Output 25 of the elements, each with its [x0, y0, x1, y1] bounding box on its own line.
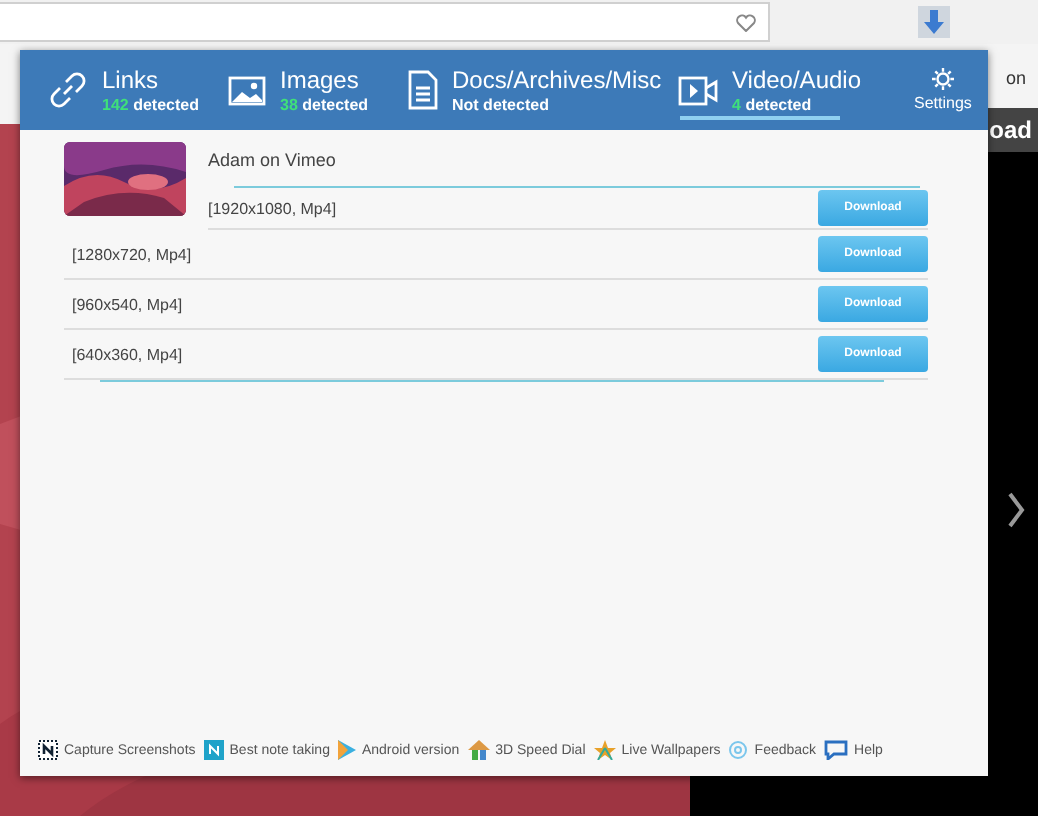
toolbar-text: on	[1005, 68, 1026, 88]
address-bar[interactable]	[0, 2, 770, 42]
category-tab[interactable]: Images 38 detected	[228, 50, 408, 130]
image-icon	[228, 75, 266, 105]
category-tab[interactable]: Video/Audio 4 detected	[678, 50, 898, 130]
detected-count: 142 detected	[102, 95, 199, 113]
tab-label: Docs/Archives/Misc	[452, 67, 662, 93]
link-icon	[48, 70, 88, 110]
category-tab[interactable]: Links 142 detected	[48, 50, 228, 130]
settings-button[interactable]: Settings	[914, 68, 972, 112]
tab-label: Links	[102, 67, 161, 93]
settings-icon	[931, 68, 954, 90]
tab-label: Video/Audio	[732, 67, 861, 93]
detected-count: Not detected	[452, 95, 551, 113]
tab-label: Images	[280, 67, 361, 93]
detected-count: 4 detected	[732, 95, 814, 113]
video-camera-icon	[678, 75, 718, 105]
category-tab[interactable]: Docs/Archives/Misc Not detected	[408, 50, 678, 130]
chevron-right-icon[interactable]	[1006, 492, 1026, 528]
detected-count: 38 detected	[280, 95, 369, 113]
heart-icon	[736, 13, 756, 31]
chat-bubble-icon	[824, 740, 849, 760]
extension-button[interactable]	[918, 6, 950, 38]
document-icon	[408, 70, 438, 110]
at-sign-icon	[728, 740, 749, 760]
